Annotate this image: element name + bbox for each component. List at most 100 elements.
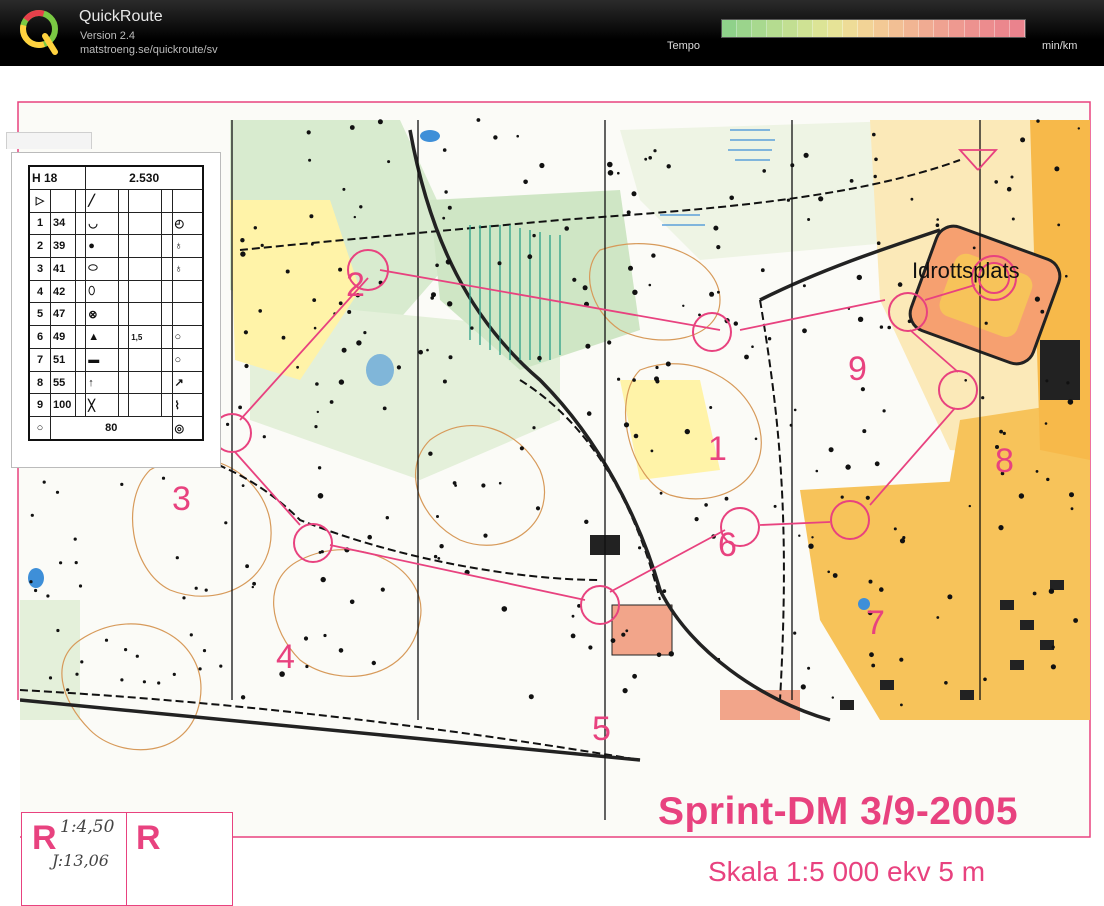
boulder-dot xyxy=(808,543,814,549)
boulder-dot xyxy=(527,254,533,260)
boulder-dot xyxy=(665,361,671,367)
boulder-dot xyxy=(338,267,343,272)
dimension xyxy=(128,279,163,304)
boulder-dot xyxy=(709,406,713,409)
boulder-dot xyxy=(907,319,912,324)
boulder-dot xyxy=(648,283,652,287)
boulder-dot xyxy=(1035,470,1039,473)
feature-symbol-icon: ▲ xyxy=(85,325,119,349)
legend-r-right: R xyxy=(136,819,161,857)
boulder-dot xyxy=(1032,591,1037,596)
boulder-dot xyxy=(281,335,286,340)
boulder-dot xyxy=(194,586,198,590)
map-canvas[interactable]: Idrottsplats 1 2 3 4 5 6 7 8 9 Sprint-DM… xyxy=(0,66,1104,906)
boulder-dot xyxy=(537,355,542,361)
boulder-dot xyxy=(532,426,536,430)
boulder-dot xyxy=(240,695,246,700)
boulder-dot xyxy=(874,157,878,162)
boulder-dot xyxy=(607,340,612,345)
boulder-dot xyxy=(655,365,659,370)
boulder-dot xyxy=(798,534,801,537)
dimension xyxy=(128,234,163,258)
boulder-dot xyxy=(306,130,311,135)
control-code: 51 xyxy=(50,347,76,372)
boulder-dot xyxy=(245,564,250,569)
legend-divider xyxy=(126,813,127,905)
boulder-dot xyxy=(571,614,575,618)
boulder-dot xyxy=(659,491,663,495)
app-url[interactable]: matstroeng.se/quickroute/sv xyxy=(80,44,218,56)
boulder-dot xyxy=(684,428,690,435)
boulder-dot xyxy=(437,557,441,560)
control-number-7: 7 xyxy=(866,604,885,642)
boulder-dot xyxy=(1057,223,1061,227)
description-row: 1 34 ◡ ◴ xyxy=(28,211,204,236)
boulder-dot xyxy=(704,503,708,507)
description-finish-row: ○ 80 ◎ xyxy=(28,416,204,441)
boulder-dot xyxy=(316,410,319,414)
boulder-dot xyxy=(338,648,344,653)
control-number-3: 3 xyxy=(172,480,191,518)
boulder-dot xyxy=(984,321,988,325)
boulder-dot xyxy=(622,688,628,694)
boulder-dot xyxy=(879,587,884,592)
boulder-dot xyxy=(338,379,345,385)
tempo-gradient-bar[interactable] xyxy=(721,19,1026,38)
boulder-dot xyxy=(198,667,202,671)
boulder-dot xyxy=(871,663,876,668)
boulder-dot xyxy=(315,382,319,386)
location-symbol-icon: ↗ xyxy=(171,370,204,395)
boulder-dot xyxy=(80,660,84,664)
boulder-dot xyxy=(964,379,967,382)
tempo-gradient-segment xyxy=(934,20,950,37)
location-symbol-icon: ◴ xyxy=(171,211,204,236)
boulder-dot xyxy=(1046,477,1050,482)
boulder-dot xyxy=(447,205,452,210)
boulder-dot xyxy=(1054,166,1060,172)
boulder-dot xyxy=(733,321,738,326)
quickroute-logo-icon xyxy=(20,10,58,55)
boulder-dot xyxy=(498,481,502,485)
boulder-dot xyxy=(428,451,433,456)
boulder-dot xyxy=(312,298,317,302)
control-number-9: 9 xyxy=(848,350,867,388)
boulder-dot xyxy=(303,636,309,641)
app-header: QuickRoute Version 2.4 matstroeng.se/qui… xyxy=(0,0,1104,66)
boulder-dot xyxy=(55,490,60,494)
dimension xyxy=(128,302,163,327)
boulder-dot xyxy=(253,226,257,230)
document-tab[interactable] xyxy=(6,132,92,149)
boulder-dot xyxy=(377,119,383,125)
boulder-dot xyxy=(832,573,838,578)
description-row: 7 51 ▬ ○ xyxy=(28,347,204,372)
boulder-dot xyxy=(840,495,844,499)
boulder-dot xyxy=(435,263,439,268)
boulder-dot xyxy=(349,599,355,605)
boulder-dot xyxy=(172,672,176,677)
tempo-gradient-segment xyxy=(979,20,995,37)
description-row: 3 41 ⬭ ♁ xyxy=(28,256,204,281)
boulder-dot xyxy=(142,680,146,684)
boulder-dot xyxy=(632,378,636,382)
control-seq: 2 xyxy=(28,234,51,258)
boulder-dot xyxy=(442,216,446,220)
boulder-dot xyxy=(329,400,334,404)
control-number-6: 6 xyxy=(718,526,737,564)
boulder-dot xyxy=(893,527,897,531)
boulder-dot xyxy=(607,170,614,176)
boulder-dot xyxy=(442,379,447,384)
control-seq: 1 xyxy=(28,211,51,236)
boulder-dot xyxy=(662,589,667,593)
dimension xyxy=(128,393,163,418)
boulder-dot xyxy=(175,556,179,560)
boulder-dot xyxy=(773,504,777,508)
boulder-dot xyxy=(189,633,193,637)
boulder-dot xyxy=(120,482,124,486)
boulder-dot xyxy=(760,268,765,273)
control-code: 34 xyxy=(50,211,76,236)
boulder-dot xyxy=(786,198,791,202)
boulder-dot xyxy=(296,365,299,369)
boulder-dot xyxy=(1036,119,1040,123)
boulder-dot xyxy=(1040,309,1045,314)
boulder-dot xyxy=(968,504,971,508)
